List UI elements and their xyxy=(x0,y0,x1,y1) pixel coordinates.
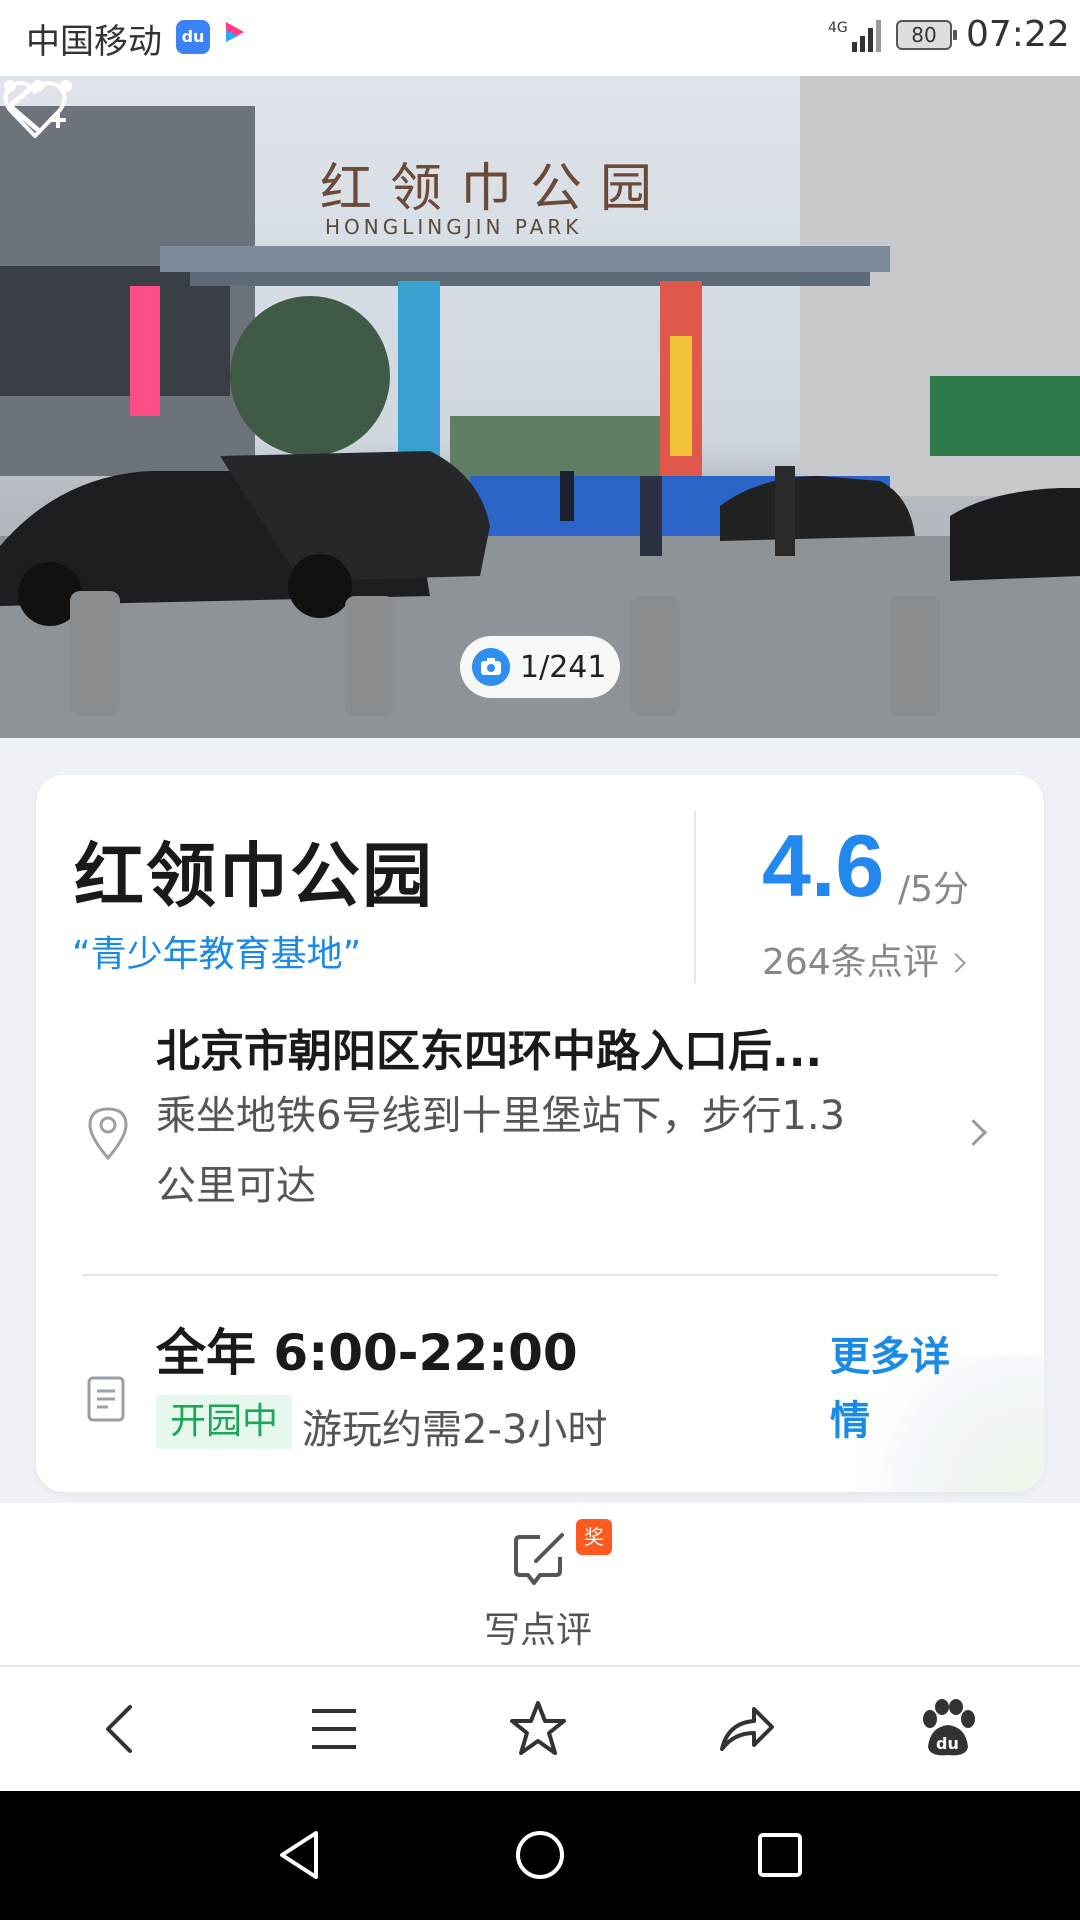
review-count-link[interactable]: 264条点评 xyxy=(762,933,966,985)
android-nav-bar xyxy=(0,1791,1080,1920)
write-review-icon[interactable] xyxy=(510,1527,570,1587)
document-icon xyxy=(87,1376,125,1422)
place-info-card: 红领巾公园 “青少年教育基地” 4.6 /5分 264条点评 北京市朝阳区东四环… xyxy=(36,775,1044,1492)
award-badge: 奖 xyxy=(576,1519,612,1555)
browser-toolbar: du xyxy=(0,1667,1080,1791)
youku-app-icon xyxy=(226,22,244,42)
status-clock: 07:22 xyxy=(966,14,1070,55)
open-status-badge: 开园中 xyxy=(156,1395,293,1449)
photo-counter[interactable]: 1/241 xyxy=(460,636,620,698)
menu-icon[interactable] xyxy=(302,1697,366,1761)
baidu-du-text: du xyxy=(936,1734,959,1753)
write-review-bar: 奖 写点评 xyxy=(0,1503,1080,1665)
signal-icon: 4G xyxy=(828,20,881,52)
location-pin-icon xyxy=(88,1107,128,1161)
address-text: 北京市朝阳区东四环中路入口后... xyxy=(156,1026,823,1077)
network-type: 4G xyxy=(828,20,848,36)
camera-icon xyxy=(472,648,510,686)
battery-icon: 80 xyxy=(896,20,957,50)
chevron-right-icon xyxy=(945,953,966,973)
rating-max: /5分 xyxy=(898,869,970,910)
visit-duration: 游玩约需2-3小时 xyxy=(302,1407,608,1453)
carrier-name: 中国移动 xyxy=(26,22,162,62)
baidu-app-icon: du xyxy=(176,20,210,54)
status-bar: 中国移动 du 4G 80 07:22 xyxy=(0,0,1080,76)
review-count: 264条点评 xyxy=(762,942,939,983)
chevron-right-icon xyxy=(960,1119,987,1146)
address-row[interactable]: 北京市朝阳区东四环中路入口后... 乘坐地铁6号线到十里堡站下，步行1.3公里可… xyxy=(36,1005,1044,1235)
svg-text:HONGLINGJIN PARK: HONGLINGJIN PARK xyxy=(325,215,582,239)
svg-text:红领巾公园: 红领巾公园 xyxy=(320,159,670,219)
nav-recent-icon[interactable] xyxy=(750,1825,810,1885)
write-review-label[interactable]: 写点评 xyxy=(484,1601,592,1653)
nav-back-icon[interactable] xyxy=(270,1825,330,1885)
title-divider xyxy=(694,811,696,983)
more-icon[interactable] xyxy=(0,76,80,96)
back-icon[interactable] xyxy=(90,1697,154,1761)
opening-hours: 全年 6:00-22:00 xyxy=(156,1324,578,1382)
star-icon[interactable] xyxy=(506,1697,570,1761)
place-slogan: “青少年教育基地” xyxy=(72,934,362,975)
directions-text: 乘坐地铁6号线到十里堡站下，步行1.3公里可达 xyxy=(156,1093,846,1209)
nav-home-icon[interactable] xyxy=(510,1825,570,1885)
share-icon[interactable] xyxy=(714,1697,778,1761)
hero-photo[interactable]: 红领巾公园 HONGLINGJIN PARK 1/241 xyxy=(0,76,1080,738)
place-name: 红领巾公园 xyxy=(74,835,434,917)
photo-counter-text: 1/241 xyxy=(520,650,607,685)
baidu-paw-icon[interactable]: du xyxy=(916,1697,980,1761)
hours-row: 全年 6:00-22:00 开园中 游玩约需2-3小时 更多详情 xyxy=(36,1275,1044,1492)
more-details-link[interactable]: 更多详情 xyxy=(830,1325,980,1453)
rating-score: 4.6 xyxy=(762,816,885,915)
